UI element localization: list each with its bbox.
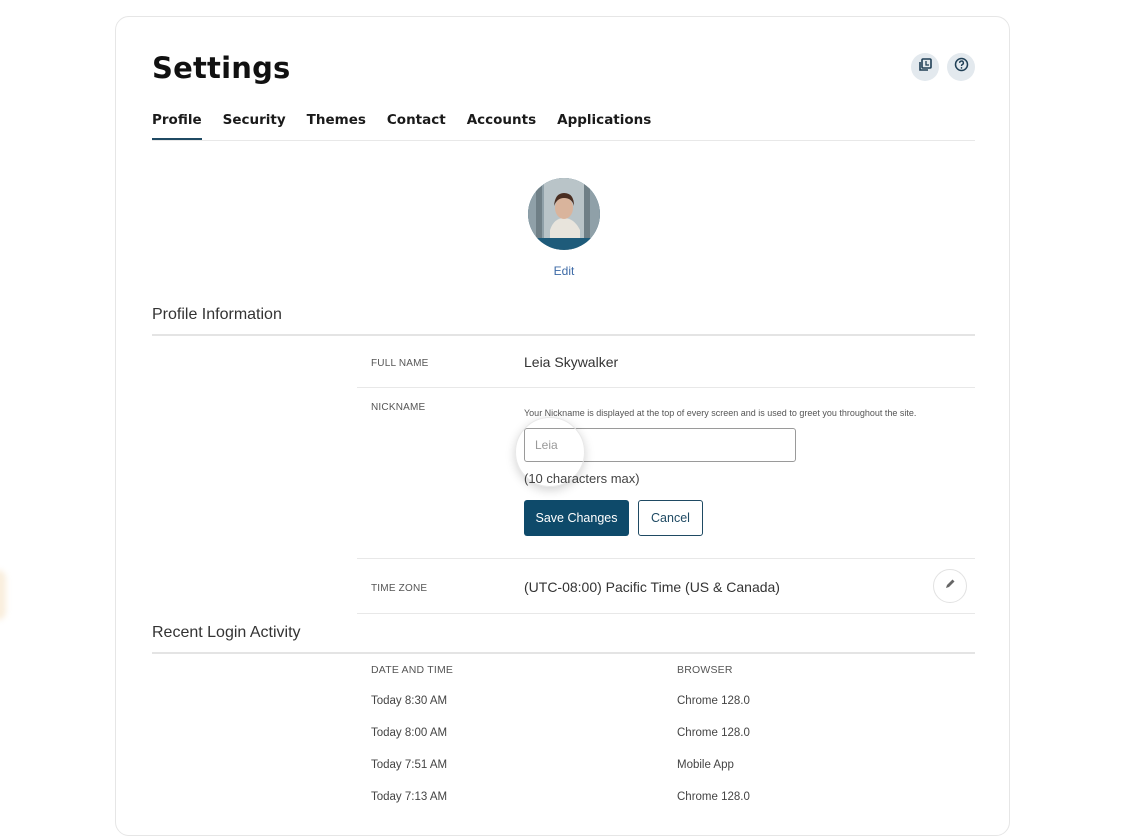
recent-login-activity-heading: Recent Login Activity (152, 624, 301, 641)
full-name-value: Leia Skywalker (524, 354, 619, 370)
login-browser: Chrome 128.0 (677, 791, 750, 803)
nickname-max-note: (10 characters max) (524, 471, 640, 486)
login-datetime: Today 7:51 AM (371, 759, 448, 771)
tab-profile[interactable]: Profile (152, 112, 202, 140)
tab-themes[interactable]: Themes (307, 112, 366, 139)
help-icon (954, 57, 969, 77)
divider (152, 652, 975, 654)
tab-contact[interactable]: Contact (387, 112, 446, 139)
login-datetime: Today 8:30 AM (371, 695, 448, 707)
divider (357, 387, 975, 388)
column-header-date-and-time: DATE AND TIME (371, 664, 454, 676)
header-actions (911, 53, 975, 81)
login-browser: Mobile App (677, 759, 734, 771)
pencil-icon (944, 577, 956, 595)
full-name-label: FULL NAME (371, 358, 429, 369)
avatar (528, 178, 600, 250)
edit-time-zone-button[interactable] (933, 569, 967, 603)
tab-security[interactable]: Security (223, 112, 286, 139)
page-title: Settings (152, 51, 291, 85)
save-changes-button[interactable]: Save Changes (524, 500, 629, 536)
divider (357, 613, 975, 614)
cancel-button[interactable]: Cancel (638, 500, 703, 536)
login-browser: Chrome 128.0 (677, 727, 750, 739)
tab-applications[interactable]: Applications (557, 112, 651, 139)
offscreen-highlight (0, 570, 6, 620)
login-datetime: Today 8:00 AM (371, 727, 448, 739)
time-zone-value: (UTC-08:00) Pacific Time (US & Canada) (524, 579, 780, 595)
divider (357, 558, 975, 559)
nickname-help-text: Your Nickname is displayed at the top of… (524, 408, 917, 418)
copy-icon (918, 57, 932, 77)
login-browser: Chrome 128.0 (677, 695, 750, 707)
nickname-label: NICKNAME (371, 402, 426, 413)
profile-information-heading: Profile Information (152, 306, 282, 323)
help-button[interactable] (947, 53, 975, 81)
nickname-input[interactable] (524, 428, 796, 462)
edit-avatar-link[interactable]: Edit (528, 264, 600, 278)
copy-button[interactable] (911, 53, 939, 81)
settings-card: Settings Profile Security Themes Contact… (115, 16, 1010, 836)
time-zone-label: TIME ZONE (371, 583, 428, 594)
column-header-browser: BROWSER (677, 664, 733, 676)
tab-accounts[interactable]: Accounts (467, 112, 536, 139)
settings-tabs: Profile Security Themes Contact Accounts… (152, 112, 975, 141)
divider (152, 334, 975, 336)
login-datetime: Today 7:13 AM (371, 791, 448, 803)
